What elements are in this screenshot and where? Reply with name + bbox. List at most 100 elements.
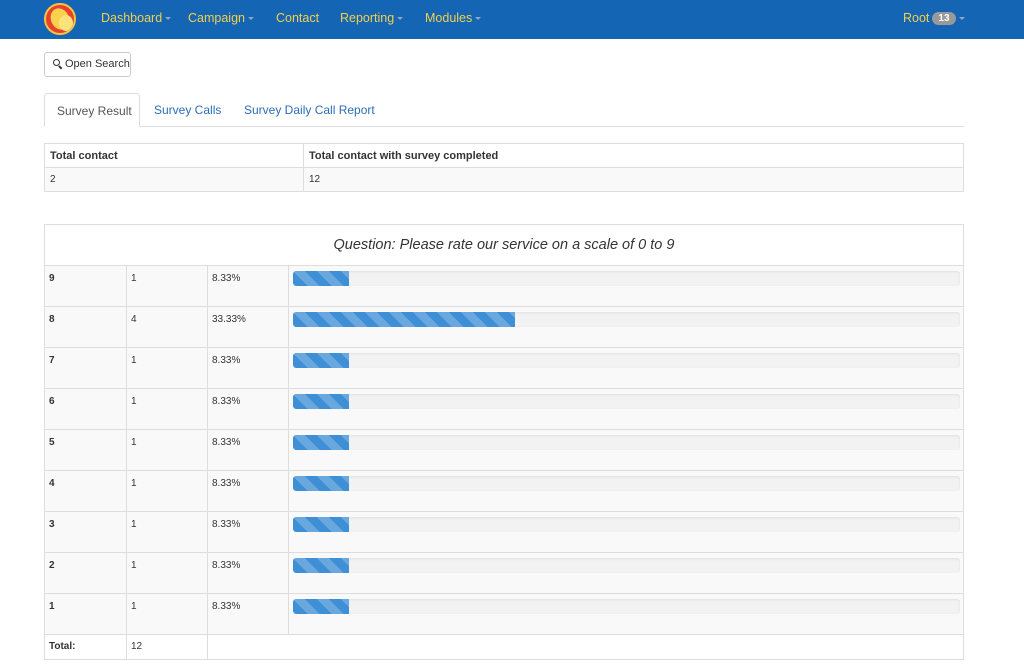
answer-value: 4 [49, 478, 55, 489]
progress-track [293, 271, 960, 286]
answer-value: 9 [49, 273, 55, 284]
nav-modules-label: Modules [425, 11, 473, 25]
tab-survey-calls[interactable]: Survey Calls [154, 93, 221, 127]
nav-modules[interactable]: Modules [425, 11, 482, 25]
total-label: Total: [49, 641, 76, 652]
progress-bar [293, 517, 349, 532]
answer-bar-cell [288, 594, 963, 634]
progress-bar [293, 435, 349, 450]
tab-survey-daily-call-report-label: Survey Daily Call Report [244, 103, 375, 117]
answer-percent: 8.33% [207, 348, 288, 388]
answer-bar-cell [288, 348, 963, 388]
progress-bar [293, 558, 349, 573]
app-logo[interactable] [44, 3, 76, 35]
answer-row: 5 1 8.33% [45, 430, 963, 471]
total-empty-cell [207, 635, 963, 659]
answer-row: 8 4 33.33% [45, 307, 963, 348]
nav-dashboard-label: Dashboard [101, 11, 163, 25]
answer-percent: 8.33% [207, 594, 288, 634]
nav-dashboard[interactable]: Dashboard [101, 11, 172, 25]
user-name: Root [903, 11, 930, 25]
answer-percent: 8.33% [207, 512, 288, 552]
answer-bar-cell [288, 553, 963, 593]
answer-count: 1 [126, 471, 207, 511]
answer-count: 1 [126, 348, 207, 388]
user-menu[interactable]: Root 13 [903, 11, 965, 25]
summary-header-total-contact: Total contact [50, 150, 118, 162]
progress-bar [293, 599, 349, 614]
tab-survey-result[interactable]: Survey Result [44, 93, 140, 127]
answer-count: 1 [126, 389, 207, 429]
progress-bar [293, 476, 349, 491]
nav-campaign[interactable]: Campaign [188, 11, 254, 25]
summary-value-total-contact: 2 [50, 174, 56, 185]
answer-row: 9 1 8.33% [45, 266, 963, 307]
answer-percent: 8.33% [207, 266, 288, 306]
summary-header-row: Total contact Total contact with survey … [45, 144, 963, 168]
nav-reporting[interactable]: Reporting [340, 11, 404, 25]
answer-bar-cell [288, 307, 963, 347]
nav-contact[interactable]: Contact [276, 11, 319, 25]
answer-value: 8 [49, 314, 55, 325]
answer-value: 2 [49, 560, 55, 571]
answer-row: 3 1 8.33% [45, 512, 963, 553]
summary-table: Total contact Total contact with survey … [44, 143, 964, 192]
top-navbar: Dashboard Campaign Contact Reporting Mod… [0, 0, 1024, 39]
nav-campaign-label: Campaign [188, 11, 245, 25]
answer-row: 2 1 8.33% [45, 553, 963, 594]
zoom-in-icon [53, 59, 63, 70]
answer-value: 7 [49, 355, 55, 366]
answer-bar-cell [288, 266, 963, 306]
summary-header-total-completed: Total contact with survey completed [303, 144, 963, 167]
summary-value-row: 2 12 [45, 168, 963, 191]
progress-track [293, 435, 960, 450]
tab-survey-daily-call-report[interactable]: Survey Daily Call Report [244, 93, 375, 127]
question-panel: Question: Please rate our service on a s… [44, 224, 964, 660]
answer-row: 1 1 8.33% [45, 594, 963, 635]
answer-percent: 33.33% [207, 307, 288, 347]
tab-survey-calls-label: Survey Calls [154, 103, 222, 117]
answer-count: 1 [126, 430, 207, 470]
answer-row: 7 1 8.33% [45, 348, 963, 389]
progress-track [293, 353, 960, 368]
answer-percent: 8.33% [207, 553, 288, 593]
progress-bar [293, 353, 349, 368]
answer-percent: 8.33% [207, 471, 288, 511]
answer-value: 1 [49, 601, 55, 612]
answer-count: 1 [126, 512, 207, 552]
notification-badge: 13 [932, 12, 956, 25]
summary-value-total-completed: 12 [303, 168, 963, 191]
caret-down-icon [397, 17, 404, 21]
tab-survey-result-label: Survey Result [57, 104, 132, 118]
progress-bar [293, 312, 516, 327]
open-search-button[interactable]: Open Search [44, 52, 131, 77]
progress-track [293, 558, 960, 573]
answer-bar-cell [288, 512, 963, 552]
progress-track [293, 476, 960, 491]
answer-count: 1 [126, 594, 207, 634]
progress-bar [293, 394, 349, 409]
answer-value: 6 [49, 396, 55, 407]
answer-count: 4 [126, 307, 207, 347]
answer-bar-cell [288, 471, 963, 511]
progress-track [293, 312, 960, 327]
caret-down-icon [165, 17, 172, 21]
answer-count: 1 [126, 553, 207, 593]
progress-bar [293, 271, 349, 286]
answer-value: 5 [49, 437, 55, 448]
caret-down-icon [475, 17, 482, 21]
answer-percent: 8.33% [207, 389, 288, 429]
answer-count: 1 [126, 266, 207, 306]
answer-bar-cell [288, 389, 963, 429]
answer-row: 4 1 8.33% [45, 471, 963, 512]
question-title: Question: Please rate our service on a s… [45, 225, 963, 266]
open-search-label: Open Search [65, 58, 130, 70]
total-value: 12 [126, 635, 207, 659]
nav-reporting-label: Reporting [340, 11, 395, 25]
total-row: Total: 12 [45, 635, 963, 659]
answer-bar-cell [288, 430, 963, 470]
nav-contact-label: Contact [276, 11, 320, 25]
caret-down-icon [958, 17, 965, 21]
answer-row: 6 1 8.33% [45, 389, 963, 430]
answer-value: 3 [49, 519, 55, 530]
